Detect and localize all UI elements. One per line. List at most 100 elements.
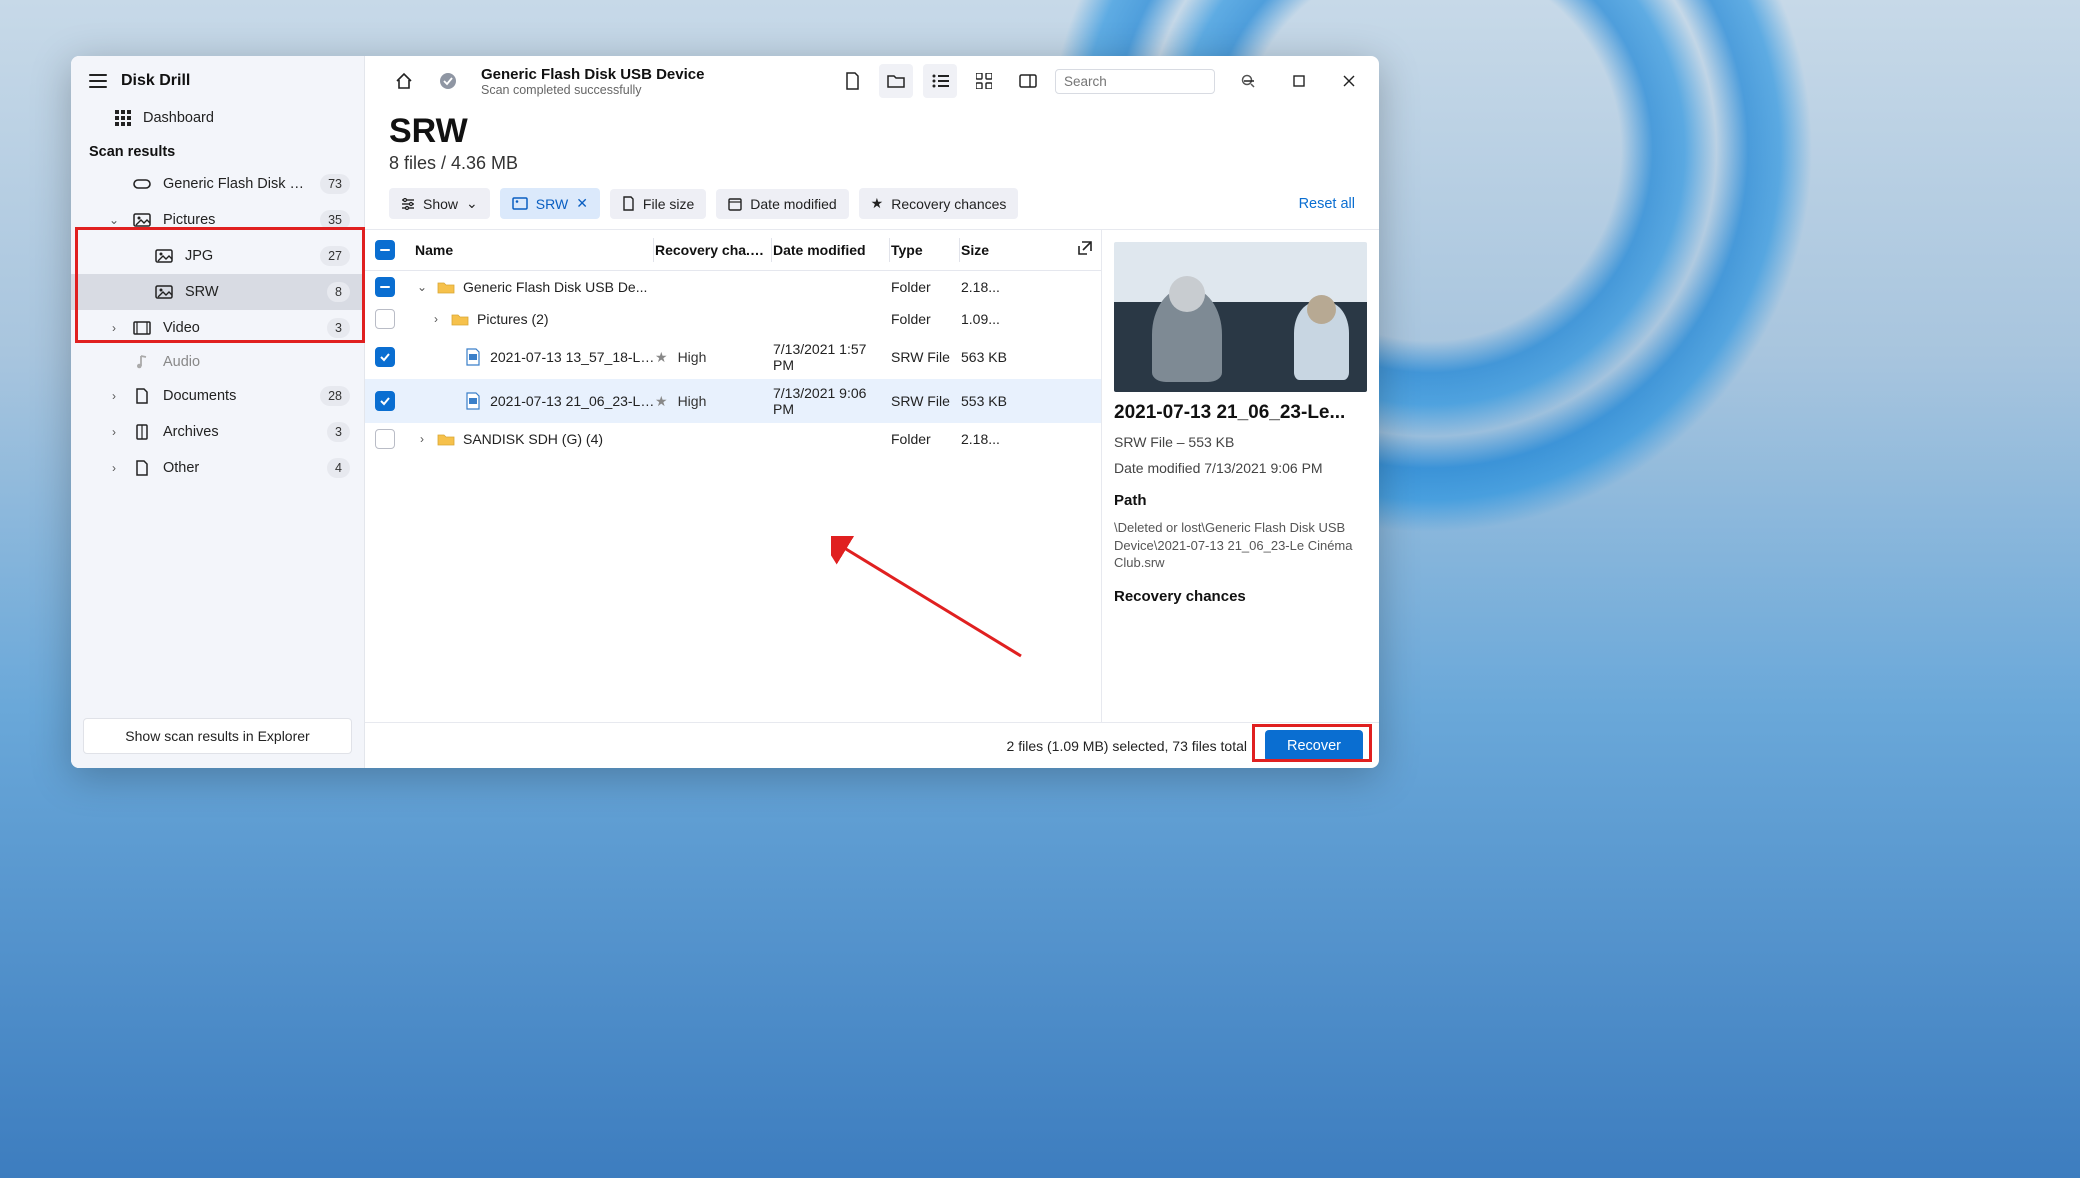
col-recovery[interactable]: Recovery cha... ↑ [655, 242, 773, 258]
filter-recovery-chances[interactable]: ★ Recovery chances [859, 188, 1019, 219]
tree-pictures-badge: 35 [320, 210, 350, 230]
row-checkbox[interactable] [375, 309, 395, 329]
home-button[interactable] [387, 64, 421, 98]
tree-srw[interactable]: ▸ SRW 8 [71, 274, 364, 310]
col-type[interactable]: Type [891, 242, 961, 258]
table-row[interactable]: › SANDISK SDH (G) (4) Folder 2.18... [365, 423, 1101, 455]
detail-meta-2: Date modified 7/13/2021 9:06 PM [1114, 460, 1367, 476]
row-name: Generic Flash Disk USB De... [463, 279, 647, 295]
row-date: 7/13/2021 9:06 PM [773, 385, 891, 417]
show-in-explorer-button[interactable]: Show scan results in Explorer [83, 718, 352, 754]
music-icon [133, 354, 151, 370]
close-icon[interactable]: ✕ [576, 195, 588, 212]
chevron-right-icon: › [107, 461, 121, 475]
col-size[interactable]: Size [961, 242, 1041, 258]
hamburger-icon[interactable] [89, 74, 107, 88]
row-size: 1.09... [961, 311, 1041, 327]
tree-video-label: Video [163, 320, 315, 336]
table-row[interactable]: › 2021-07-13 13_57_18-Le... ★High 7/13/2… [365, 335, 1101, 379]
open-external-icon[interactable] [1077, 240, 1093, 256]
app-title: Disk Drill [121, 72, 190, 90]
filter-srw-label: SRW [536, 196, 568, 212]
close-button[interactable] [1329, 64, 1369, 98]
split-view-button[interactable] [1011, 64, 1045, 98]
row-checkbox[interactable] [375, 429, 395, 449]
chevron-down-icon: ⌄ [107, 213, 121, 227]
filter-date-modified[interactable]: Date modified [716, 189, 848, 219]
tree-device[interactable]: ▸ Generic Flash Disk USB D... 73 [71, 166, 364, 202]
filter-show-label: Show [423, 196, 458, 212]
row-checkbox[interactable] [375, 347, 395, 367]
tree-documents[interactable]: › Documents 28 [71, 378, 364, 414]
chevron-right-icon[interactable]: › [429, 312, 443, 326]
table-row[interactable]: ⌄ Generic Flash Disk USB De... Folder 2.… [365, 271, 1101, 303]
maximize-button[interactable] [1279, 64, 1319, 98]
select-all-checkbox[interactable] [375, 240, 395, 260]
tree-pictures[interactable]: ⌄ Pictures 35 [71, 202, 364, 238]
chevron-down-icon[interactable]: ⌄ [415, 280, 429, 294]
row-checkbox[interactable] [375, 277, 395, 297]
table-row[interactable]: › 2021-07-13 21_06_23-Le... ★High 7/13/2… [365, 379, 1101, 423]
detail-title: 2021-07-13 21_06_23-Le... [1114, 402, 1367, 424]
row-type: Folder [891, 431, 961, 447]
calendar-icon [728, 197, 742, 211]
filter-show[interactable]: Show ⌄ [389, 188, 490, 219]
grid-view-button[interactable] [967, 64, 1001, 98]
film-icon [133, 321, 151, 335]
row-name: Pictures (2) [477, 311, 549, 327]
search-box[interactable] [1055, 69, 1215, 94]
image-file-icon [465, 392, 482, 410]
nav-dashboard[interactable]: Dashboard [71, 102, 364, 134]
folder-view-button[interactable] [879, 64, 913, 98]
row-checkbox[interactable] [375, 391, 395, 411]
topbar: Generic Flash Disk USB Device Scan compl… [365, 56, 1379, 106]
tree-archives-label: Archives [163, 424, 315, 440]
col-date[interactable]: Date modified [773, 242, 891, 258]
drive-icon [133, 177, 151, 191]
folder-icon [437, 430, 455, 448]
filter-file-size[interactable]: File size [610, 189, 706, 219]
search-input[interactable] [1064, 74, 1241, 89]
filter-srw[interactable]: SRW ✕ [500, 188, 600, 219]
tree-audio[interactable]: ▸ Audio [71, 346, 364, 378]
row-type: Folder [891, 279, 961, 295]
tree-archives[interactable]: › Archives 3 [71, 414, 364, 450]
archive-icon [133, 424, 151, 440]
recover-button[interactable]: Recover [1265, 730, 1363, 762]
star-icon: ★ [655, 393, 668, 410]
reset-all-link[interactable]: Reset all [1299, 196, 1355, 212]
doc-view-button[interactable] [835, 64, 869, 98]
topbar-title: Generic Flash Disk USB Device [481, 66, 704, 83]
tree-pictures-label: Pictures [163, 212, 308, 228]
detail-recovery-label: Recovery chances [1114, 588, 1367, 605]
filter-date-modified-label: Date modified [750, 196, 836, 212]
tree-other[interactable]: › Other 4 [71, 450, 364, 486]
row-type: SRW File [891, 393, 961, 409]
sidebar-header: Disk Drill [71, 56, 364, 102]
sidebar-section-label: Scan results [71, 134, 364, 166]
details-pane: 2021-07-13 21_06_23-Le... SRW File – 553… [1101, 230, 1379, 722]
chevron-right-icon: › [107, 389, 121, 403]
status-check-icon [431, 64, 465, 98]
row-name: SANDISK SDH (G) (4) [463, 431, 603, 447]
picture-icon [133, 213, 151, 227]
tree-jpg[interactable]: ▸ JPG 27 [71, 238, 364, 274]
tree-video-badge: 3 [327, 318, 350, 338]
chevron-right-icon[interactable]: › [415, 432, 429, 446]
sliders-icon [401, 198, 415, 210]
col-name[interactable]: Name [415, 242, 655, 258]
nav-dashboard-label: Dashboard [143, 110, 214, 126]
table-row[interactable]: › Pictures (2) Folder 1.09... [365, 303, 1101, 335]
chevron-down-icon: ⌄ [466, 195, 478, 212]
row-recovery: High [678, 349, 707, 365]
folder-icon [451, 310, 469, 328]
app-window: Disk Drill Dashboard Scan results ▸ Gene… [71, 56, 1379, 768]
tree-documents-label: Documents [163, 388, 308, 404]
tree-video[interactable]: › Video 3 [71, 310, 364, 346]
tree-srw-badge: 8 [327, 282, 350, 302]
document-icon [622, 196, 635, 211]
minimize-button[interactable] [1229, 64, 1269, 98]
row-type: Folder [891, 311, 961, 327]
star-icon: ★ [871, 195, 884, 212]
list-view-button[interactable] [923, 64, 957, 98]
